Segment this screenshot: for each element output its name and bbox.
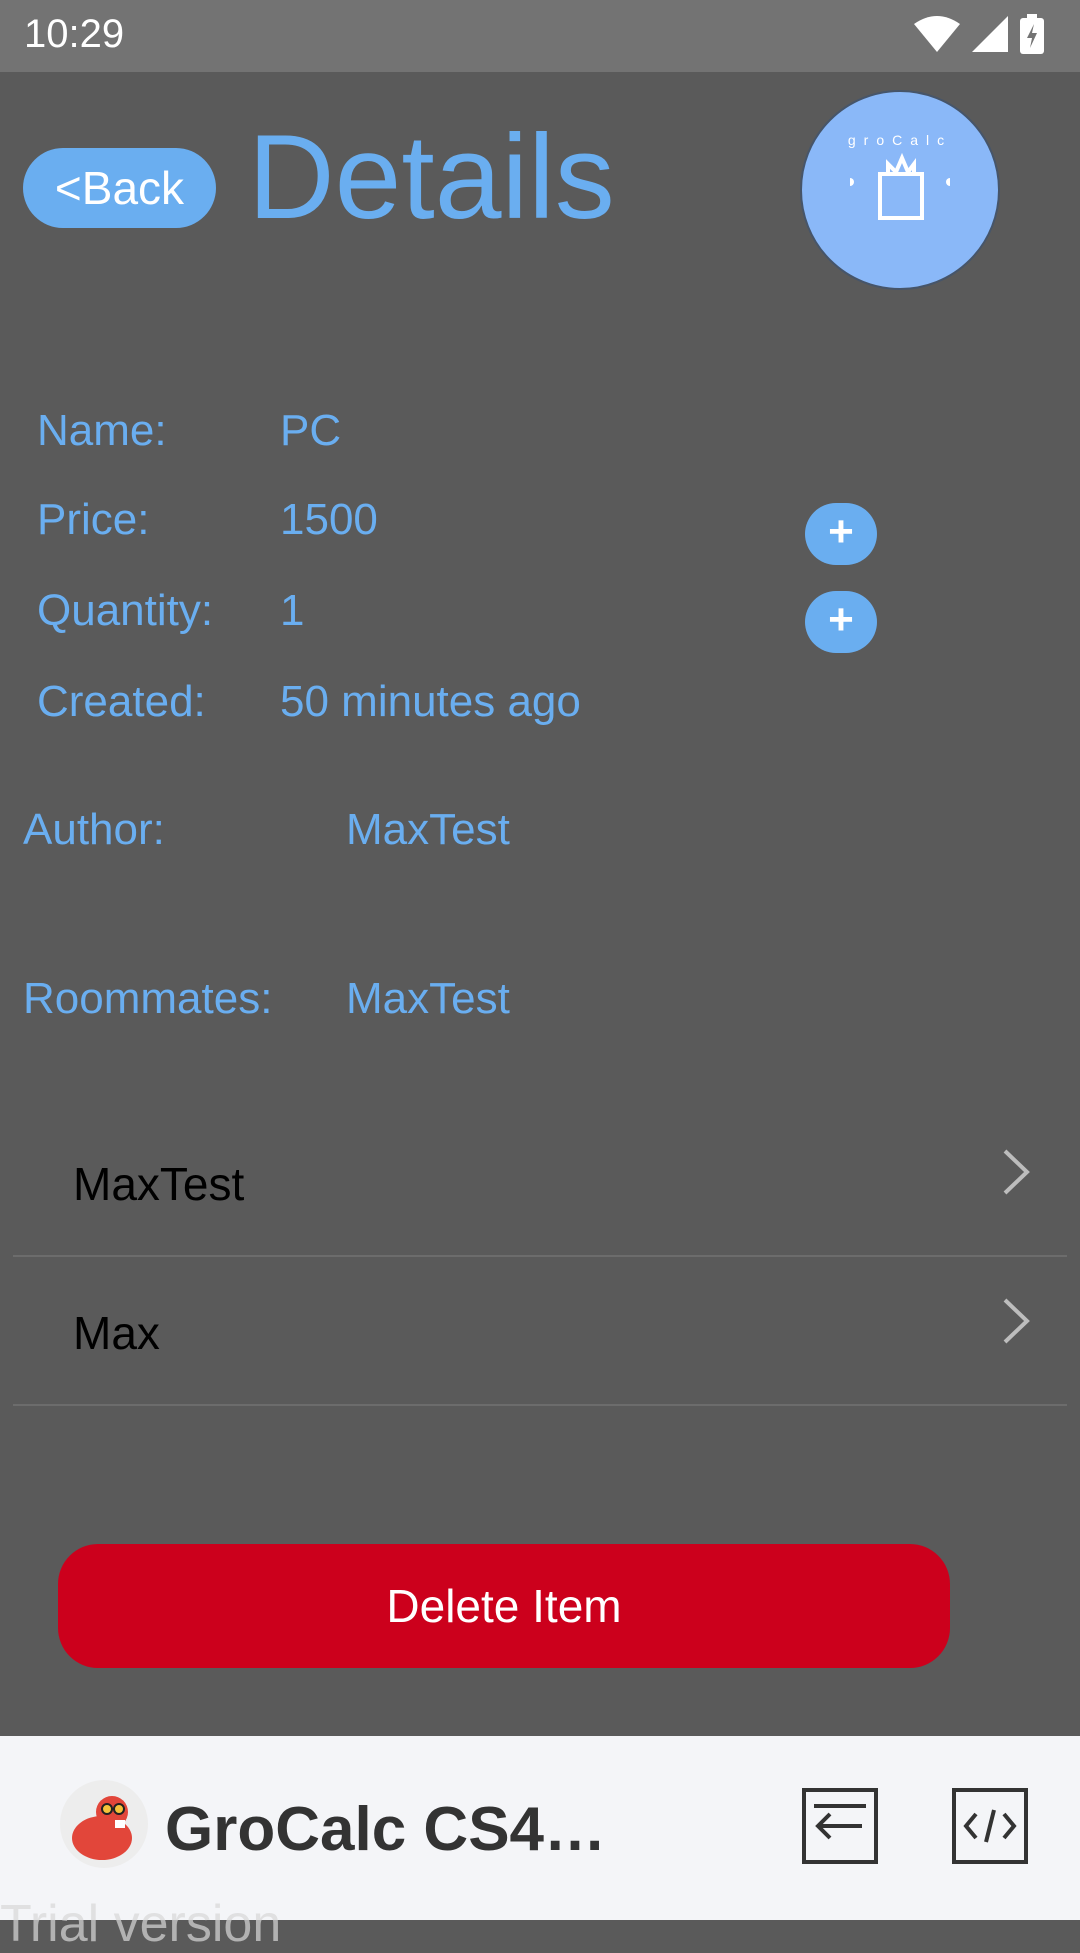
app-name: GroCalc CS4R... <box>165 1795 625 1864</box>
roommates-label: Roommates: <box>23 974 273 1023</box>
code-icon <box>952 1788 1028 1864</box>
signal-icon <box>972 16 1008 57</box>
author-value: MaxTest <box>346 805 510 854</box>
wifi-icon <box>914 16 960 57</box>
delete-item-button[interactable]: Delete Item <box>58 1544 950 1668</box>
price-value: 1500 <box>280 495 378 544</box>
name-label: Name: <box>37 406 167 455</box>
quantity-label: Quantity: <box>37 586 214 635</box>
back-button[interactable]: <Back <box>23 148 216 228</box>
increase-price-button[interactable]: + <box>805 503 877 565</box>
bottom-bar: GroCalc CS4R... <box>0 1736 1080 1920</box>
battery-charging-icon <box>1020 14 1044 59</box>
roommate-name: MaxTest <box>73 1158 245 1210</box>
app-logo: groCalc <box>800 90 1000 290</box>
increase-quantity-button[interactable]: + <box>805 591 877 653</box>
roommate-row[interactable]: Max <box>13 1256 1067 1406</box>
author-label: Author: <box>23 805 165 854</box>
roommates-value: MaxTest <box>346 974 510 1023</box>
created-value: 50 minutes ago <box>280 677 581 726</box>
price-label: Price: <box>37 495 150 544</box>
status-icons <box>914 14 1044 59</box>
roommate-name: Max <box>73 1307 160 1359</box>
quantity-value: 1 <box>280 586 305 635</box>
code-button[interactable] <box>952 1788 1028 1864</box>
trial-watermark: Trial version <box>0 1895 282 1953</box>
roommate-row[interactable]: MaxTest <box>13 1107 1067 1257</box>
name-value: PC <box>280 406 342 455</box>
app-icon <box>60 1780 148 1868</box>
created-label: Created: <box>37 677 206 726</box>
chevron-right-icon <box>1001 1296 1031 1351</box>
shopping-bag-icon <box>850 152 950 220</box>
exit-button[interactable] <box>802 1788 878 1864</box>
chevron-right-icon <box>1001 1147 1031 1202</box>
status-time: 10:29 <box>24 12 125 56</box>
status-bar: 10:29 <box>0 0 1080 72</box>
page-title: Details <box>248 110 615 244</box>
